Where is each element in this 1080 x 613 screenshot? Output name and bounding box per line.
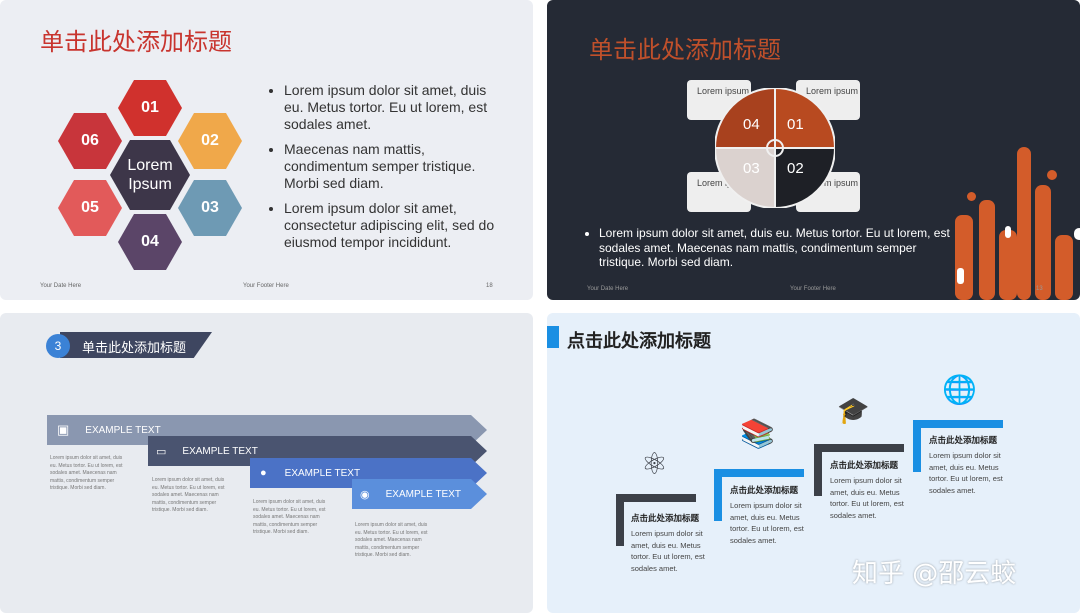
arrow-desc: Lorem ipsum dolor sit amet, duis eu. Met…: [50, 455, 123, 491]
slide-steps[interactable]: 点击此处添加标题 ⚛ 点击此处添加标题 Lorem ipsum dolor si…: [547, 313, 1080, 613]
hex-02: 02: [178, 113, 242, 169]
bullet-item: Lorem ipsum dolor sit amet, consectetur …: [284, 200, 509, 251]
slide-title: 单击此处添加标题: [40, 28, 232, 56]
hex-04: 04: [118, 214, 182, 270]
hex-01: 01: [118, 80, 182, 136]
arrow-desc: Lorem ipsum dolor sit amet, duis eu. Met…: [253, 499, 326, 535]
title-accent: [547, 326, 559, 348]
books-apple-icon: 📚: [740, 418, 775, 449]
step-text: Lorem ipsum dolor sit amet, duis eu. Met…: [929, 451, 1003, 495]
bullet-list: Lorem ipsum dolor sit amet, duis eu. Met…: [272, 82, 509, 259]
step-text: Lorem ipsum dolor sit amet, duis eu. Met…: [830, 476, 904, 520]
footer-date: Your Date Here: [40, 283, 82, 289]
footer-text: Your Footer Here: [790, 286, 836, 292]
step-bracket: [913, 420, 921, 472]
arrow-label: EXAMPLE TEXT: [385, 488, 462, 500]
step-heading: 点击此处添加标题: [929, 436, 998, 446]
arrow-label: EXAMPLE TEXT: [182, 445, 258, 457]
arrow-desc: Lorem ipsum dolor sit amet, duis eu. Met…: [152, 477, 225, 513]
slide-title: 点击此处添加标题: [567, 331, 711, 352]
slide-hexagon[interactable]: 单击此处添加标题 01 02 03 04 05 06 LoremIpsum Lo…: [0, 0, 533, 300]
step-bracket: [616, 494, 624, 546]
user-icon: ●: [260, 467, 267, 479]
step-text: Lorem ipsum dolor sit amet, duis eu. Met…: [730, 501, 804, 545]
bullet-item: Lorem ipsum dolor sit amet, duis eu. Met…: [284, 82, 509, 133]
quadrant-label-03: 03: [743, 160, 760, 177]
laptop-icon: ▭: [156, 445, 167, 458]
page-number: 13: [1036, 286, 1043, 292]
footer-date: Your Date Here: [587, 286, 629, 292]
slide-arrows[interactable]: 3 单击此处添加标题 ▣ EXAMPLE TEXT ▭ EXAMPLE TEXT…: [0, 313, 533, 613]
quadrant-label-01: 01: [787, 116, 804, 133]
image-icon: ▣: [57, 422, 70, 437]
watermark: 知乎 @邵云蛟: [852, 559, 1017, 589]
footer-text: Your Footer Here: [243, 283, 289, 289]
step-heading: 点击此处添加标题: [830, 461, 899, 471]
step-bracket: [714, 469, 722, 521]
arrow-4: ◉ EXAMPLE TEXT: [352, 479, 487, 509]
section-number: 3: [46, 334, 70, 358]
atom-icon: ⚛: [641, 448, 668, 481]
slide-title: 单击此处添加标题: [589, 36, 781, 64]
slide-dark-circle[interactable]: 单击此处添加标题 Lorem ipsum Lorem ipsum Lorem i…: [547, 0, 1080, 300]
compass-icon: ◉: [360, 488, 370, 501]
bullet-item: Maecenas nam mattis, condimentum semper …: [284, 141, 509, 192]
graduation-cap-icon: 🎓: [837, 395, 870, 425]
step-heading: 点击此处添加标题: [730, 486, 799, 496]
bullet-list: Lorem ipsum dolor sit amet, duis eu. Met…: [587, 226, 959, 270]
page-number: 18: [486, 283, 493, 289]
hex-05: 05: [58, 180, 122, 236]
arrow-label: EXAMPLE TEXT: [85, 424, 161, 436]
bullet-item: Lorem ipsum dolor sit amet, duis eu. Met…: [599, 226, 959, 270]
hex-center: Lorem Ipsum: [110, 140, 190, 210]
hex-03: 03: [178, 180, 242, 236]
arrow-label: EXAMPLE TEXT: [284, 467, 361, 479]
quadrant-label-04: 04: [743, 116, 760, 133]
step-bracket: [814, 444, 822, 496]
step-heading: 点击此处添加标题: [631, 514, 700, 524]
arrow-desc: Lorem ipsum dolor sit amet, duis eu. Met…: [355, 522, 428, 558]
quadrant-label-02: 02: [787, 160, 804, 177]
slide-title: 单击此处添加标题: [82, 341, 187, 356]
globe-hand-icon: 🌐: [942, 374, 977, 405]
hex-06: 06: [58, 113, 122, 169]
step-text: Lorem ipsum dolor sit amet, duis eu. Met…: [631, 529, 705, 573]
quadrant-circle: [715, 88, 835, 208]
